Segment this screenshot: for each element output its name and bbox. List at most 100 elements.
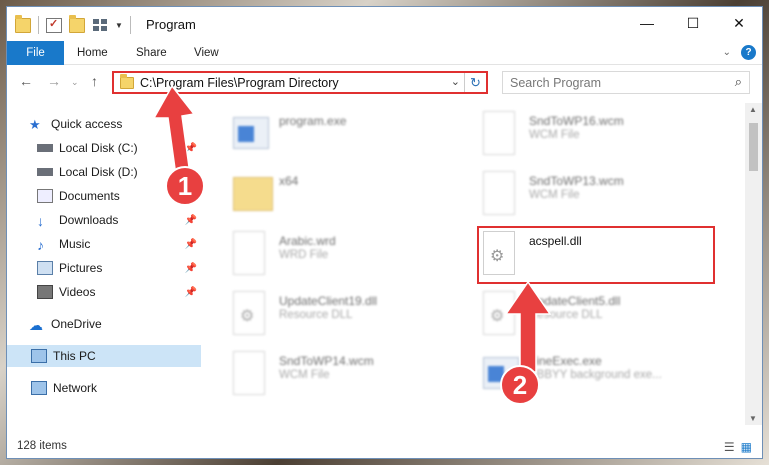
network-icon (31, 381, 47, 395)
videos-icon (37, 285, 53, 299)
cloud-icon: ☁ (29, 317, 43, 333)
quick-access-toolbar: ▼ (15, 14, 131, 34)
sidebar-item-label: This PC (53, 349, 96, 363)
expand-ribbon-icon[interactable]: ⌄ (723, 47, 731, 58)
maximize-button[interactable]: ☐ (670, 7, 716, 39)
chevron-down-icon[interactable]: ⌄ (451, 75, 460, 88)
list-item[interactable]: UpdateClient5.dll Resource DLL (453, 287, 693, 339)
dll-gear-icon (233, 291, 265, 335)
sidebar-item-label: Downloads (59, 213, 119, 227)
folder-icon (120, 74, 134, 89)
search-input[interactable]: Search Program ⌕ (502, 71, 750, 94)
folder-icon[interactable] (15, 14, 31, 33)
download-icon: ↓ (37, 213, 44, 229)
sidebar-item-this-pc[interactable]: This PC (7, 345, 201, 367)
list-item[interactable]: SndToWP14.wcm WCM File (203, 347, 443, 399)
arrow-2-icon (504, 280, 552, 373)
tab-view[interactable]: View (194, 41, 219, 65)
separator (129, 16, 131, 34)
list-item[interactable]: Arabic.wrd WRD File (203, 227, 443, 279)
refresh-icon[interactable]: ↻ (464, 73, 486, 92)
star-icon: ★ (29, 117, 41, 132)
sidebar-item-label: Quick access (51, 117, 123, 131)
file-name: program.exe (279, 114, 347, 128)
sidebar-item-pictures[interactable]: Pictures 📌 (37, 257, 201, 279)
file-name: UpdateClient19.dll (279, 294, 378, 308)
sidebar-item-onedrive[interactable]: ☁ OneDrive (29, 313, 201, 335)
drive-icon (37, 144, 53, 152)
window-title: Program (146, 17, 196, 32)
sidebar-item-label: Documents (59, 189, 120, 203)
chevron-down-icon[interactable]: ▼ (115, 21, 123, 30)
explorer-window: ▼ Program — ☐ ✕ File Home Share View ⌄ ?… (6, 6, 763, 459)
sidebar-item-label: Local Disk (D:) (59, 165, 138, 179)
vertical-scrollbar[interactable]: ▲ ▼ (745, 103, 762, 425)
step-badge-2: 2 (500, 365, 540, 405)
tab-share[interactable]: Share (136, 41, 167, 65)
minimize-button[interactable]: — (624, 7, 670, 39)
pin-icon[interactable]: 📌 (185, 239, 197, 250)
large-icons-view-icon[interactable]: ▦ (741, 440, 752, 454)
sidebar-item-videos[interactable]: Videos 📌 (37, 281, 201, 303)
step-badge-1: 1 (165, 166, 205, 206)
list-item[interactable]: program.exe (203, 107, 443, 159)
sidebar-item-label: Network (53, 381, 98, 395)
file-name: Arabic.wrd (279, 234, 336, 248)
sidebar-item-network[interactable]: Network (31, 377, 201, 399)
details-view-icon[interactable]: ☰ (724, 440, 735, 454)
file-type: Resource DLL (279, 309, 353, 321)
sidebar-item-label: Local Disk (C:) (59, 141, 138, 155)
pin-icon[interactable]: 📌 (185, 263, 197, 274)
sidebar-item-label: OneDrive (51, 317, 102, 331)
sidebar-item-downloads[interactable]: ↓ Downloads 📌 (37, 209, 201, 231)
file-type: WCM File (529, 129, 580, 141)
file-type: WRD File (279, 249, 329, 261)
scroll-down-icon[interactable]: ▼ (749, 414, 757, 423)
list-item[interactable]: x64 (203, 167, 443, 219)
tab-home[interactable]: Home (77, 41, 108, 65)
view-icon[interactable] (92, 18, 108, 33)
file-name: x64 (279, 174, 299, 188)
sidebar-item-label: Pictures (59, 261, 103, 275)
list-item[interactable]: FineExec.exe ABBYY background exe... (453, 347, 693, 399)
separator (38, 16, 39, 34)
navigation-bar: ← → ⌄ ↑ C:\Program Files\Program Directo… (7, 69, 762, 97)
file-type: WCM File (279, 369, 330, 381)
up-icon[interactable]: ↑ (91, 73, 98, 89)
new-folder-icon[interactable] (69, 14, 85, 33)
pin-icon[interactable]: 📌 (185, 215, 197, 226)
music-icon: ♪ (37, 237, 44, 253)
close-button[interactable]: ✕ (716, 7, 762, 39)
status-bar: 128 items ☰ ▦ (7, 436, 762, 458)
list-item[interactable]: UpdateClient19.dll Resource DLL (203, 287, 443, 339)
search-placeholder: Search Program (510, 76, 602, 90)
file-icon (233, 351, 265, 395)
file-icon (483, 111, 515, 155)
file-name: SndToWP14.wcm (279, 354, 374, 368)
tab-file[interactable]: File (7, 41, 64, 65)
drive-icon (37, 168, 53, 176)
sidebar-item-music[interactable]: ♪ Music 📌 (37, 233, 201, 255)
list-item[interactable]: SndToWP16.wcm WCM File (453, 107, 693, 159)
file-name: SndToWP16.wcm (529, 114, 624, 128)
file-icon (483, 171, 515, 215)
list-item[interactable]: SndToWP13.wcm WCM File (453, 167, 693, 219)
help-icon[interactable]: ? (741, 45, 756, 60)
documents-icon (37, 189, 53, 203)
computer-icon (31, 349, 47, 363)
search-icon: ⌕ (734, 74, 742, 89)
title-bar: ▼ Program — ☐ ✕ (7, 7, 762, 41)
scrollbar-thumb[interactable] (749, 123, 758, 171)
file-icon (233, 231, 265, 275)
recent-locations-icon[interactable]: ⌄ (71, 77, 79, 88)
file-name: SndToWP13.wcm (529, 174, 624, 188)
folder-icon (233, 177, 273, 211)
sidebar-item-label: Music (59, 237, 91, 251)
properties-icon[interactable] (46, 17, 62, 33)
pin-icon[interactable]: 📌 (185, 287, 197, 298)
forward-icon[interactable]: → (47, 73, 61, 89)
item-count: 128 items (17, 440, 67, 452)
back-icon[interactable]: ← (19, 73, 33, 89)
scroll-up-icon[interactable]: ▲ (749, 105, 757, 114)
ribbon-tabs: File Home Share View ⌄ ? (7, 41, 762, 65)
